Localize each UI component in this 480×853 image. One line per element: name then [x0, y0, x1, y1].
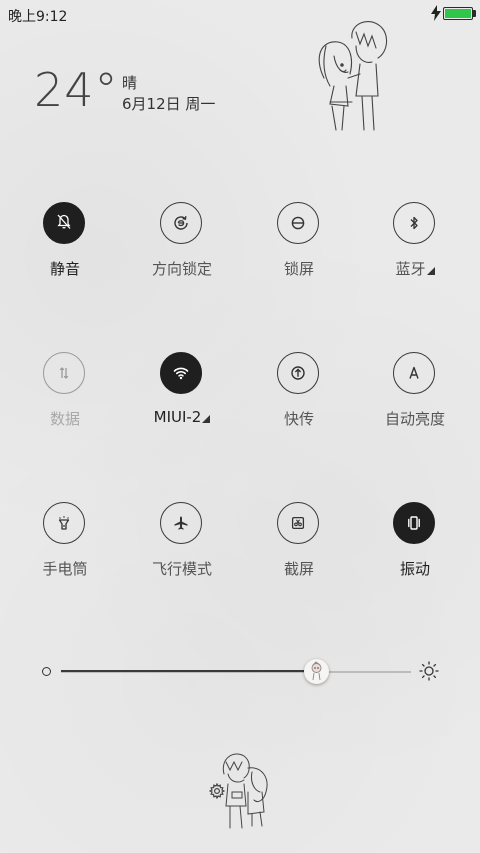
- airplane-icon: [174, 516, 188, 530]
- flashlight-toggle-button[interactable]: [43, 502, 85, 544]
- toggle-label: 快传: [283, 410, 314, 428]
- lock-screen-toggle-button[interactable]: [277, 202, 319, 244]
- airplane-toggle-button[interactable]: [160, 502, 202, 544]
- couple-illustration: [318, 21, 388, 131]
- temperature: 24°: [34, 63, 119, 117]
- weather-condition: 晴: [122, 74, 138, 92]
- toggle-label: 振动: [399, 560, 430, 578]
- toggle-label: 锁屏: [283, 260, 314, 278]
- toggle-label-text: MIUI-2: [153, 408, 202, 426]
- battery-level: [445, 9, 471, 18]
- brightness-max-icon: [419, 661, 439, 681]
- toggle-bluetooth[interactable]: 蓝牙: [360, 202, 470, 292]
- battery-icon: [443, 7, 473, 20]
- toggle-wifi[interactable]: MIUI-2: [127, 352, 237, 442]
- toggle-lock-screen[interactable]: 锁屏: [244, 202, 354, 292]
- toggle-label: 飞行模式: [151, 560, 212, 578]
- charging-bolt-icon: [431, 5, 441, 21]
- settings-gear-icon[interactable]: [209, 783, 225, 799]
- mute-bell-icon: [57, 214, 71, 229]
- date-label: 6月12日 周一: [122, 95, 216, 113]
- mute-bell-toggle-button[interactable]: [43, 202, 85, 244]
- quick-transfer-toggle-button[interactable]: [277, 352, 319, 394]
- toggle-flashlight[interactable]: 手电筒: [10, 502, 120, 592]
- toggle-airplane[interactable]: 飞行模式: [127, 502, 237, 592]
- quick-transfer-icon: [291, 366, 305, 380]
- toggle-label: 蓝牙: [360, 258, 470, 279]
- brightness-min-icon: [42, 667, 51, 676]
- toggle-label: MIUI-2: [127, 408, 237, 426]
- vibrate-toggle-button[interactable]: [393, 502, 435, 544]
- wifi-icon: [173, 367, 189, 380]
- wifi-toggle-button[interactable]: [160, 352, 202, 394]
- expand-corner-icon[interactable]: [426, 267, 435, 275]
- toggle-label: 方向锁定: [151, 260, 212, 278]
- rotation-lock-toggle-button[interactable]: [160, 202, 202, 244]
- vibrate-icon: [408, 516, 420, 530]
- toggle-label: 自动亮度: [384, 410, 445, 428]
- brightness-slider-fill: [61, 670, 317, 672]
- toggle-label: 手电筒: [42, 560, 88, 578]
- mobile-data-icon: [59, 367, 69, 379]
- status-time: 晚上9:12: [8, 9, 68, 25]
- rotation-lock-icon: [174, 216, 188, 230]
- toggle-label: 截屏: [283, 560, 314, 578]
- battery-tip: [473, 10, 476, 17]
- screenshot-toggle-button[interactable]: [277, 502, 319, 544]
- auto-brightness-toggle-button[interactable]: [393, 352, 435, 394]
- status-bar: 晚上9:12: [0, 0, 480, 28]
- toggle-quick-transfer[interactable]: 快传: [244, 352, 354, 442]
- mobile-data-toggle-button[interactable]: [43, 352, 85, 394]
- screenshot-icon: [291, 516, 305, 530]
- toggle-mobile-data[interactable]: 数据: [10, 352, 120, 442]
- toggle-label: 数据: [49, 410, 80, 428]
- bluetooth-toggle-button[interactable]: [393, 202, 435, 244]
- toggle-label-text: 蓝牙: [395, 260, 426, 278]
- lock-screen-icon: [291, 216, 305, 230]
- bluetooth-icon: [410, 216, 418, 230]
- flashlight-icon: [58, 516, 70, 530]
- expand-corner-icon[interactable]: [202, 415, 211, 423]
- toggle-auto-brightness[interactable]: 自动亮度: [360, 352, 470, 442]
- toggle-mute-bell[interactable]: 静音: [10, 202, 120, 292]
- toggle-screenshot[interactable]: 截屏: [244, 502, 354, 592]
- auto-brightness-icon: [409, 366, 419, 379]
- toggle-rotation-lock[interactable]: 方向锁定: [127, 202, 237, 292]
- toggle-label: 静音: [49, 260, 80, 278]
- brightness-slider-thumb[interactable]: [304, 659, 329, 684]
- toggle-vibrate[interactable]: 振动: [360, 502, 470, 592]
